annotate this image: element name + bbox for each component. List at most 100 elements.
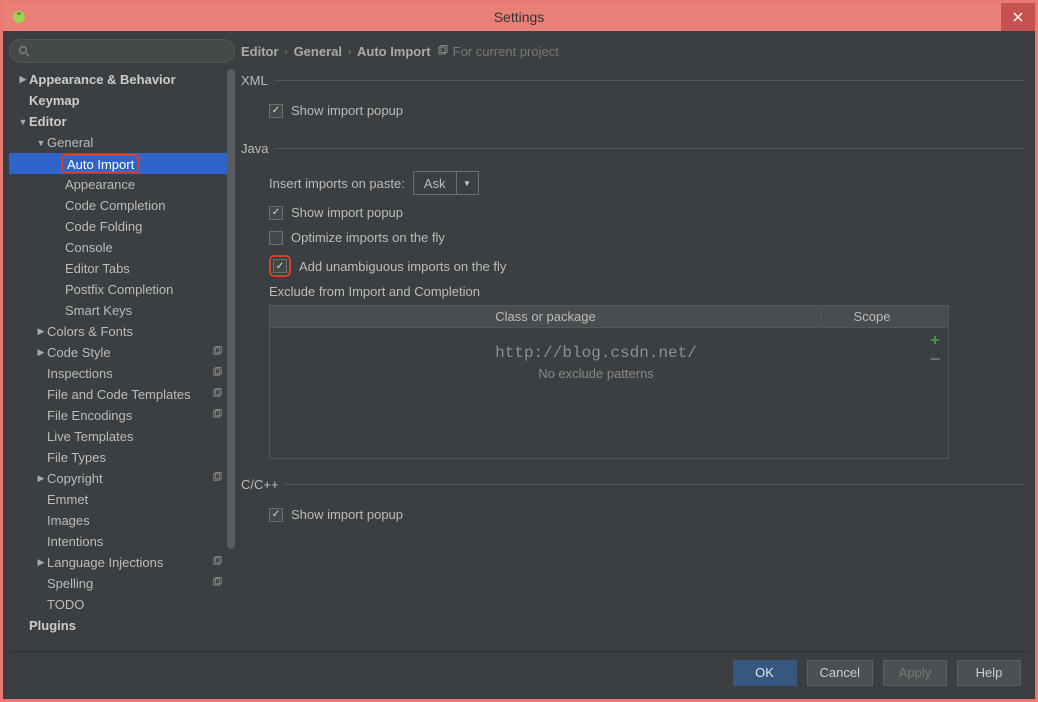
unambiguous-imports-label: Add unambiguous imports on the fly <box>299 259 506 274</box>
chevron-down-icon: ▼ <box>456 172 478 194</box>
tree-item[interactable]: ▼General <box>9 132 235 153</box>
chevron-right-icon: › <box>348 46 351 56</box>
tree-label: General <box>47 135 93 150</box>
java-legend: Java <box>241 141 274 156</box>
tree-item[interactable]: Plugins <box>9 615 235 636</box>
scrollbar[interactable] <box>227 69 235 651</box>
exclude-list: http://blog.csdn.net/ No exclude pattern… <box>270 328 922 458</box>
tree-label: Images <box>47 513 90 528</box>
settings-tree[interactable]: ▶Appearance & BehaviorKeymap▼Editor▼Gene… <box>9 69 235 651</box>
tree-item[interactable]: Live Templates <box>9 426 235 447</box>
tree-label: Code Folding <box>65 219 142 234</box>
tree-label: Language Injections <box>47 555 163 570</box>
watermark: http://blog.csdn.net/ <box>495 344 697 362</box>
add-exclude-button[interactable]: + <box>930 332 939 350</box>
java-show-import-popup-label: Show import popup <box>291 205 403 220</box>
tree-item[interactable]: Auto Import <box>9 153 235 174</box>
cpp-group: C/C++ Show import popup <box>241 477 1025 527</box>
tree-item[interactable]: ▼Editor <box>9 111 235 132</box>
chevron-right-icon: ▶ <box>35 347 47 358</box>
chevron-right-icon: ▶ <box>35 326 47 337</box>
chevron-down-icon: ▼ <box>35 138 47 148</box>
breadcrumb-part[interactable]: General <box>294 44 342 59</box>
tree-item[interactable]: Keymap <box>9 90 235 111</box>
tree-label: File Encodings <box>47 408 132 423</box>
tree-item[interactable]: Spelling <box>9 573 235 594</box>
tree-label: Console <box>65 240 113 255</box>
copy-icon <box>212 367 223 381</box>
ok-button[interactable]: OK <box>733 660 797 686</box>
tree-item[interactable]: TODO <box>9 594 235 615</box>
breadcrumb-part[interactable]: Editor <box>241 44 279 59</box>
tree-item[interactable]: Inspections <box>9 363 235 384</box>
tree-item[interactable]: Smart Keys <box>9 300 235 321</box>
insert-imports-select[interactable]: Ask ▼ <box>413 171 479 195</box>
tree-item[interactable]: Code Folding <box>9 216 235 237</box>
chevron-right-icon: ▶ <box>17 74 29 85</box>
copy-icon <box>212 388 223 402</box>
copy-icon <box>437 45 449 57</box>
tree-label: Editor Tabs <box>65 261 130 276</box>
tree-label: Editor <box>29 114 67 129</box>
tree-item[interactable]: File Encodings <box>9 405 235 426</box>
copy-icon <box>212 577 223 591</box>
tree-label: Appearance <box>65 177 135 192</box>
tree-label: File Types <box>47 450 106 465</box>
tree-item[interactable]: Appearance <box>9 174 235 195</box>
col-scope[interactable]: Scope <box>822 306 922 327</box>
tree-item[interactable]: Console <box>9 237 235 258</box>
tree-item[interactable]: Editor Tabs <box>9 258 235 279</box>
tree-item[interactable]: File and Code Templates <box>9 384 235 405</box>
sidebar: ▶Appearance & BehaviorKeymap▼Editor▼Gene… <box>9 37 235 651</box>
search-icon <box>18 45 30 57</box>
copy-icon <box>212 472 223 486</box>
tree-item[interactable]: Intentions <box>9 531 235 552</box>
tree-item[interactable]: ▶Copyright <box>9 468 235 489</box>
xml-group: XML Show import popup <box>241 73 1025 123</box>
xml-show-import-popup-checkbox[interactable] <box>269 104 283 118</box>
xml-show-import-popup-label: Show import popup <box>291 103 403 118</box>
tree-label: Colors & Fonts <box>47 324 133 339</box>
optimize-imports-checkbox[interactable] <box>269 231 283 245</box>
cpp-show-import-popup-checkbox[interactable] <box>269 508 283 522</box>
tree-label: Plugins <box>29 618 76 633</box>
tree-label: Code Completion <box>65 198 165 213</box>
copy-icon <box>212 409 223 423</box>
unambiguous-imports-checkbox[interactable] <box>273 259 287 273</box>
exclude-table: Class or package Scope http://blog.csdn.… <box>269 305 949 459</box>
java-show-import-popup-checkbox[interactable] <box>269 206 283 220</box>
cpp-legend: C/C++ <box>241 477 285 492</box>
breadcrumb-part: Auto Import <box>357 44 431 59</box>
insert-imports-value: Ask <box>414 176 456 191</box>
remove-exclude-button[interactable]: − <box>930 356 941 362</box>
tree-item[interactable]: Images <box>9 510 235 531</box>
tree-label: File and Code Templates <box>47 387 191 402</box>
tree-item[interactable]: Emmet <box>9 489 235 510</box>
tree-item[interactable]: ▶Colors & Fonts <box>9 321 235 342</box>
insert-imports-label: Insert imports on paste: <box>269 176 405 191</box>
tree-item[interactable]: File Types <box>9 447 235 468</box>
tree-label: Live Templates <box>47 429 133 444</box>
window-title: Settings <box>3 9 1035 25</box>
tree-item[interactable]: ▶Language Injections <box>9 552 235 573</box>
tree-label: Intentions <box>47 534 103 549</box>
scrollbar-thumb[interactable] <box>227 69 235 549</box>
tree-label: Auto Import <box>61 154 140 173</box>
search-input[interactable] <box>9 39 235 63</box>
apply-button[interactable]: Apply <box>883 660 947 686</box>
chevron-right-icon: › <box>285 46 288 56</box>
tree-label: Postfix Completion <box>65 282 173 297</box>
tree-label: Emmet <box>47 492 88 507</box>
close-button[interactable] <box>1001 3 1035 31</box>
col-class[interactable]: Class or package <box>270 306 822 327</box>
help-button[interactable]: Help <box>957 660 1021 686</box>
tree-item[interactable]: Postfix Completion <box>9 279 235 300</box>
titlebar: Settings <box>3 3 1035 31</box>
cpp-show-import-popup-label: Show import popup <box>291 507 403 522</box>
java-group: Java Insert imports on paste: Ask ▼ Show… <box>241 141 1025 459</box>
tree-item[interactable]: Code Completion <box>9 195 235 216</box>
cancel-button[interactable]: Cancel <box>807 660 873 686</box>
tree-label: Smart Keys <box>65 303 132 318</box>
tree-item[interactable]: ▶Appearance & Behavior <box>9 69 235 90</box>
tree-item[interactable]: ▶Code Style <box>9 342 235 363</box>
